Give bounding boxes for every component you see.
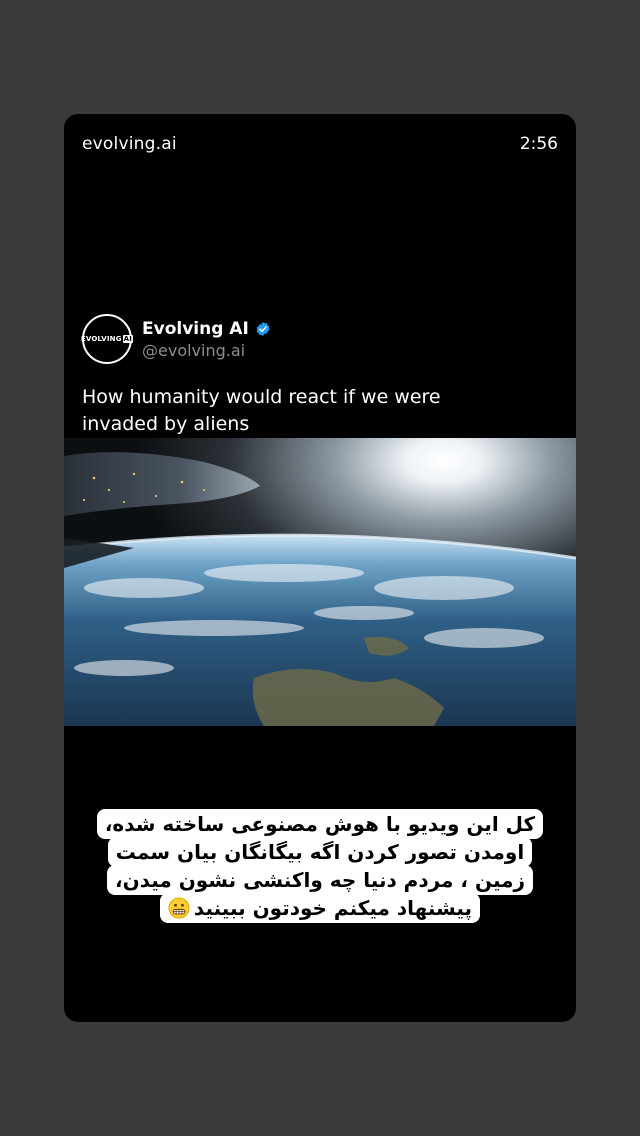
caption-line: پیشنهاد میکنم خودتون ببینید xyxy=(193,896,473,920)
story-header: evolving.ai 2:56 xyxy=(64,114,576,174)
avatar-logo-text: EVOLVING xyxy=(80,335,122,343)
tweet-text-line: How humanity would react if we were xyxy=(82,386,441,408)
avatar-logo-badge: AI xyxy=(122,335,134,343)
verified-badge-icon xyxy=(256,321,270,336)
tweet-text: How humanity would react if we were inva… xyxy=(82,384,558,438)
tweet-text-line: invaded by aliens xyxy=(82,413,250,435)
avatar-logo: EVOLVING AI xyxy=(80,335,134,343)
story-timer: 2:56 xyxy=(519,134,558,154)
story-caption: کل این ویدیو با هوش مصنوعی ساخته شده، او… xyxy=(96,809,544,923)
caption-line: زمین ، مردم دنیا چه واکنشی نشون میدن، xyxy=(106,865,534,895)
tweet-card: EVOLVING AI Evolving AI @evolving.ai How … xyxy=(80,314,558,438)
earth-from-space-image xyxy=(64,438,576,726)
caption-line: کل این ویدیو با هوش مصنوعی ساخته شده، xyxy=(96,809,544,839)
display-name: Evolving AI xyxy=(142,318,249,339)
author-meta: Evolving AI @evolving.ai xyxy=(142,319,271,360)
handle: @evolving.ai xyxy=(142,340,246,360)
avatar[interactable]: EVOLVING AI xyxy=(80,314,134,364)
caption-last-line: پیشنهاد میکنم خودتون ببینید xyxy=(159,893,481,923)
grimacing-face-icon xyxy=(168,897,190,919)
tweet-author: EVOLVING AI Evolving AI @evolving.ai xyxy=(80,314,558,364)
story-card[interactable]: evolving.ai 2:56 EVOLVING AI Evolving AI … xyxy=(64,114,576,1022)
tweet-video[interactable] xyxy=(64,438,576,726)
display-name-row: Evolving AI xyxy=(142,319,271,339)
caption-line: اومدن تصور کردن اگه بیگانگان بیان سمت xyxy=(107,837,533,867)
story-account-name[interactable]: evolving.ai xyxy=(82,134,177,154)
